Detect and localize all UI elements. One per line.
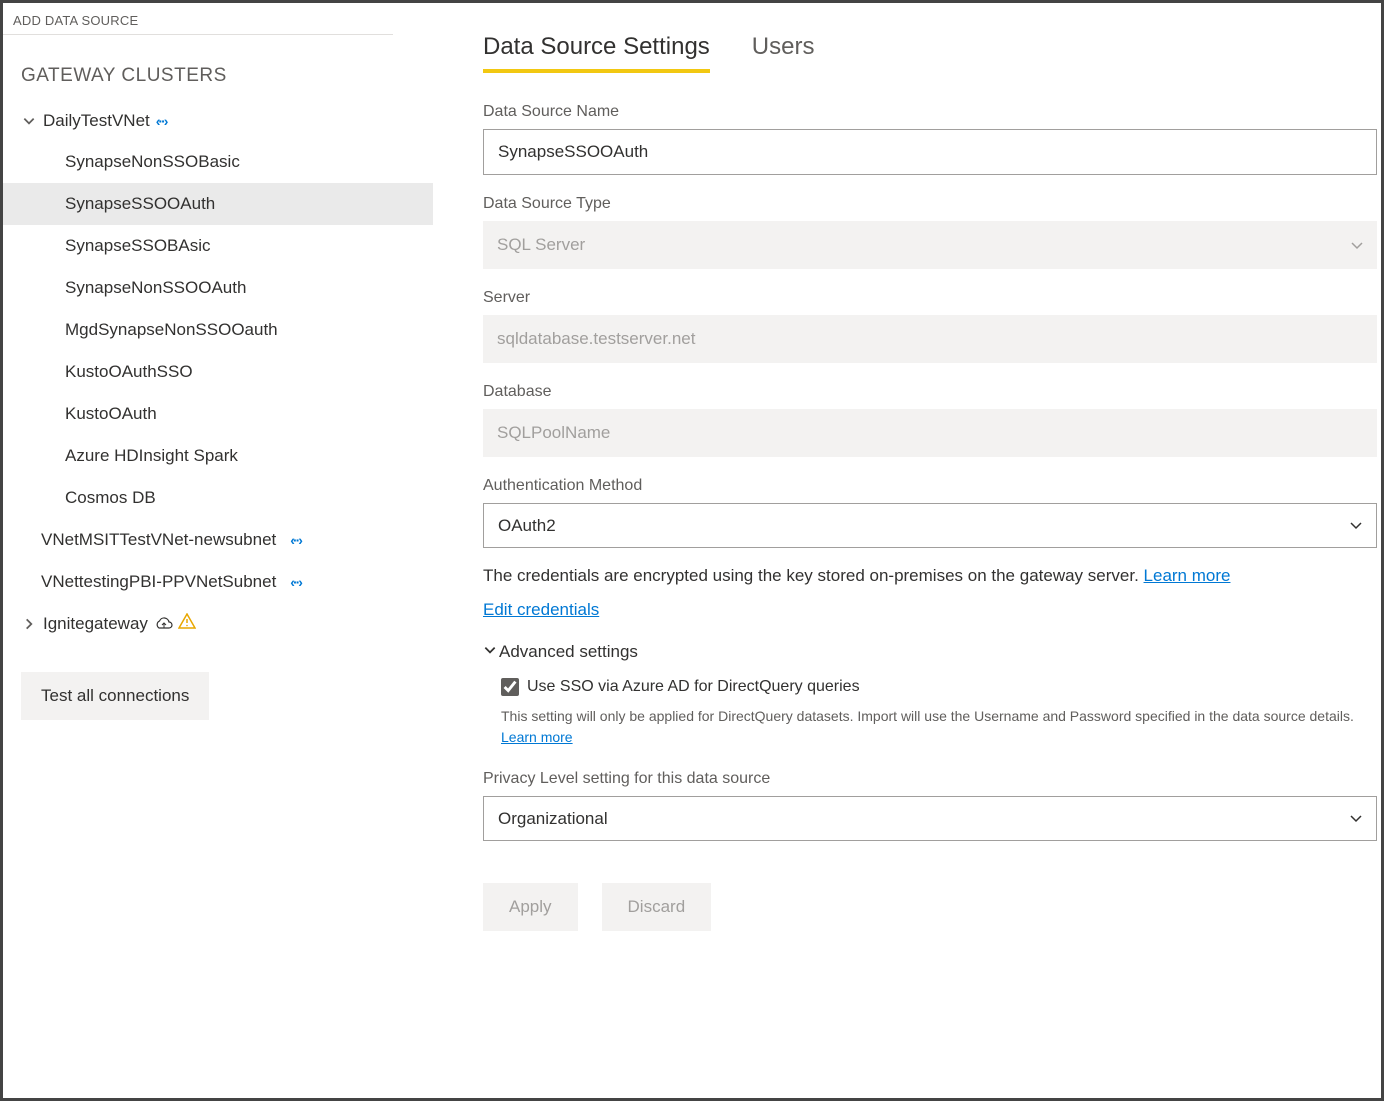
privacy-level-label: Privacy Level setting for this data sour… <box>483 770 1377 788</box>
data-source-type-select[interactable]: SQL Server <box>483 221 1377 269</box>
add-data-source-header[interactable]: ADD DATA SOURCE <box>3 11 393 35</box>
chevron-right-icon <box>21 616 37 632</box>
chevron-down-icon <box>1351 235 1363 255</box>
data-source-item[interactable]: KustoOAuthSSO <box>3 351 433 393</box>
database-value: SQLPoolName <box>497 423 610 443</box>
sidebar: ADD DATA SOURCE GATEWAY CLUSTERS DailyTe… <box>3 3 433 1098</box>
database-field: SQLPoolName <box>483 409 1377 457</box>
tab-users[interactable]: Users <box>752 33 815 73</box>
cluster-vnettesting[interactable]: VNettestingPBI-PPVNetSubnet ‹··› <box>3 561 433 603</box>
data-source-item[interactable]: Azure HDInsight Spark <box>3 435 433 477</box>
cluster-ignitegateway[interactable]: Ignitegateway <box>3 603 433 644</box>
edit-credentials-link[interactable]: Edit credentials <box>483 600 599 619</box>
data-source-item[interactable]: SynapseNonSSOBasic <box>3 141 433 183</box>
server-label: Server <box>483 289 1377 307</box>
data-source-name-input[interactable] <box>483 129 1377 175</box>
gateway-clusters-label: GATEWAY CLUSTERS <box>3 35 433 101</box>
discard-button[interactable]: Discard <box>602 883 712 931</box>
server-field: sqldatabase.testserver.net <box>483 315 1377 363</box>
sso-checkbox-row: Use SSO via Azure AD for DirectQuery que… <box>501 678 1377 696</box>
cluster-label: Ignitegateway <box>43 614 148 634</box>
tab-settings[interactable]: Data Source Settings <box>483 33 710 73</box>
cluster-label: VNettestingPBI-PPVNetSubnet <box>41 572 276 592</box>
chevron-down-icon <box>483 642 497 662</box>
learn-more-link[interactable]: Learn more <box>1144 566 1231 585</box>
cluster-vnetmsit[interactable]: VNetMSITTestVNet-newsubnet ‹··› <box>3 519 433 561</box>
sso-checkbox[interactable] <box>501 678 519 696</box>
cluster-label: VNetMSITTestVNet-newsubnet <box>41 530 276 550</box>
warning-icon <box>178 613 196 634</box>
tabs: Data Source Settings Users <box>483 33 1377 73</box>
cluster-dailytestvnet[interactable]: DailyTestVNet ‹··› <box>3 101 433 141</box>
chevron-down-icon <box>21 113 37 129</box>
test-all-connections-button[interactable]: Test all connections <box>21 672 209 720</box>
credentials-info: The credentials are encrypted using the … <box>483 566 1377 586</box>
main-panel: Data Source Settings Users Data Source N… <box>433 3 1381 1098</box>
button-row: Apply Discard <box>483 883 1377 931</box>
sync-icon: ‹··› <box>290 532 301 548</box>
data-source-item-selected[interactable]: SynapseSSOOAuth <box>3 183 433 225</box>
data-source-item[interactable]: MgdSynapseNonSSOOauth <box>3 309 433 351</box>
data-source-type-value: SQL Server <box>497 235 585 255</box>
data-source-item[interactable]: KustoOAuth <box>3 393 433 435</box>
sync-icon: ‹··› <box>156 113 167 129</box>
cluster-label: DailyTestVNet <box>43 111 150 131</box>
privacy-level-select[interactable]: Organizational <box>483 796 1377 841</box>
auth-method-label: Authentication Method <box>483 477 1377 495</box>
database-label: Database <box>483 383 1377 401</box>
sso-help-text: This setting will only be applied for Di… <box>501 706 1377 748</box>
data-source-type-label: Data Source Type <box>483 195 1377 213</box>
server-value: sqldatabase.testserver.net <box>497 329 695 349</box>
apply-button[interactable]: Apply <box>483 883 578 931</box>
sso-checkbox-label: Use SSO via Azure AD for DirectQuery que… <box>527 678 860 696</box>
data-source-item[interactable]: SynapseSSOBAsic <box>3 225 433 267</box>
sync-icon: ‹··› <box>290 574 301 590</box>
data-source-item[interactable]: SynapseNonSSOOAuth <box>3 267 433 309</box>
data-source-name-label: Data Source Name <box>483 103 1377 121</box>
data-source-item[interactable]: Cosmos DB <box>3 477 433 519</box>
advanced-settings-toggle[interactable]: Advanced settings <box>483 642 1377 662</box>
learn-more-link[interactable]: Learn more <box>501 729 573 745</box>
cloud-sync-icon <box>154 617 174 631</box>
auth-method-select[interactable]: OAuth2 <box>483 503 1377 548</box>
